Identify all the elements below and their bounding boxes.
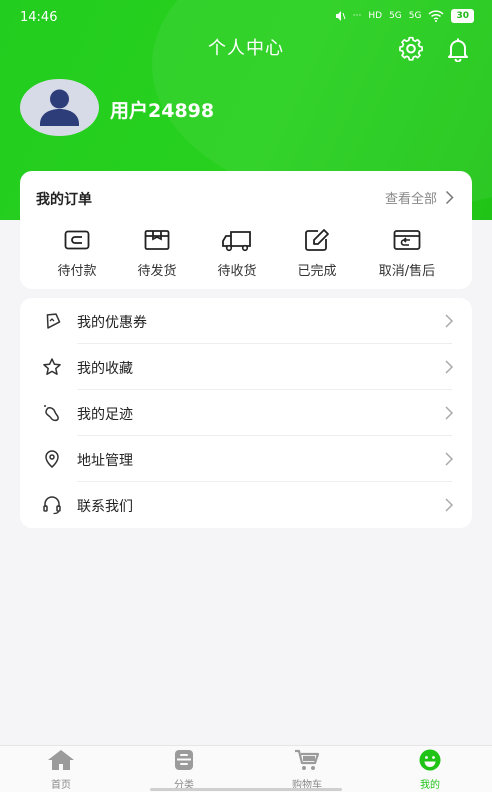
signal-text-4: 5G: [408, 11, 422, 21]
order-label: 待发货: [137, 264, 177, 279]
package-icon: [144, 230, 170, 250]
gear-icon[interactable]: [398, 36, 424, 62]
menu-item-footprints[interactable]: 我的足迹: [20, 390, 472, 436]
menu-item-label: 我的优惠券: [77, 315, 147, 331]
return-icon: [393, 230, 421, 250]
home-icon: [48, 750, 74, 770]
order-label: 取消/售后: [378, 264, 436, 279]
tab-label: 我的: [420, 780, 440, 791]
tab-category[interactable]: 分类: [144, 749, 224, 791]
menu-card: 我的优惠券 我的收藏 我的足迹 地址管理 联系我们: [20, 298, 472, 528]
menu-item-coupons[interactable]: 我的优惠券: [20, 298, 472, 344]
orders-title: 我的订单: [36, 192, 92, 208]
truck-icon: [222, 231, 251, 252]
star-icon: [43, 358, 61, 375]
tab-bar: 首页 分类 购物车 我的: [0, 745, 492, 792]
menu-item-contact[interactable]: 联系我们: [20, 482, 472, 528]
status-bar: 14:46 ··· HD 5G 5G 30: [0, 0, 492, 34]
chevron-right-icon: [445, 452, 454, 466]
category-icon: [175, 750, 193, 770]
mute-icon: [335, 11, 346, 21]
tab-home[interactable]: 首页: [21, 749, 101, 791]
menu-item-label: 联系我们: [77, 499, 133, 515]
footprint-icon: [44, 405, 59, 422]
home-indicator: [150, 788, 342, 791]
menu-item-label: 地址管理: [77, 453, 133, 469]
menu-item-label: 我的足迹: [77, 407, 133, 423]
status-icons: ··· HD 5G 5G 30: [334, 9, 474, 23]
location-icon: [45, 450, 59, 468]
order-pending-payment[interactable]: 待付款: [37, 228, 117, 279]
order-completed[interactable]: 已完成: [277, 228, 357, 279]
bell-icon[interactable]: [445, 36, 471, 62]
chevron-right-icon: [445, 360, 454, 374]
battery-badge: 30: [451, 9, 474, 23]
chevron-right-icon: [445, 314, 454, 328]
tab-mine[interactable]: 我的: [390, 749, 470, 791]
signal-text-2: HD: [368, 11, 383, 21]
cart-icon: [295, 749, 320, 770]
edit-icon: [305, 229, 329, 251]
order-after-sales[interactable]: 取消/售后: [367, 228, 447, 279]
signal-text-1: ···: [352, 11, 362, 21]
order-to-receive[interactable]: 待收货: [197, 228, 277, 279]
order-label: 已完成: [297, 264, 337, 279]
avatar[interactable]: [20, 79, 99, 136]
username[interactable]: 用户24898: [110, 96, 214, 123]
view-all-label: 查看全部: [384, 192, 437, 207]
coupon-icon: [46, 313, 61, 329]
status-time: 14:46: [20, 10, 58, 25]
user-avatar-icon: [40, 89, 79, 126]
menu-item-label: 我的收藏: [77, 361, 133, 377]
tab-label: 首页: [51, 780, 71, 791]
order-to-ship[interactable]: 待发货: [117, 228, 197, 279]
menu-item-addresses[interactable]: 地址管理: [20, 436, 472, 482]
chevron-right-icon: [445, 406, 454, 420]
tab-cart[interactable]: 购物车: [267, 749, 347, 791]
chevron-right-icon: [445, 190, 454, 205]
wallet-icon: [64, 230, 90, 250]
view-all-orders-link[interactable]: 查看全部: [385, 188, 454, 207]
order-label: 待付款: [57, 264, 97, 279]
chevron-right-icon: [445, 498, 454, 512]
smiley-icon: [419, 749, 441, 771]
wifi-icon: [428, 10, 444, 22]
headset-icon: [43, 496, 61, 515]
signal-text-3: 5G: [389, 11, 402, 21]
menu-item-favorites[interactable]: 我的收藏: [20, 344, 472, 390]
order-label: 待收货: [217, 264, 257, 279]
orders-card: 我的订单 查看全部 待付款 待发货 待收货 已完成 取消/售后: [20, 171, 472, 289]
